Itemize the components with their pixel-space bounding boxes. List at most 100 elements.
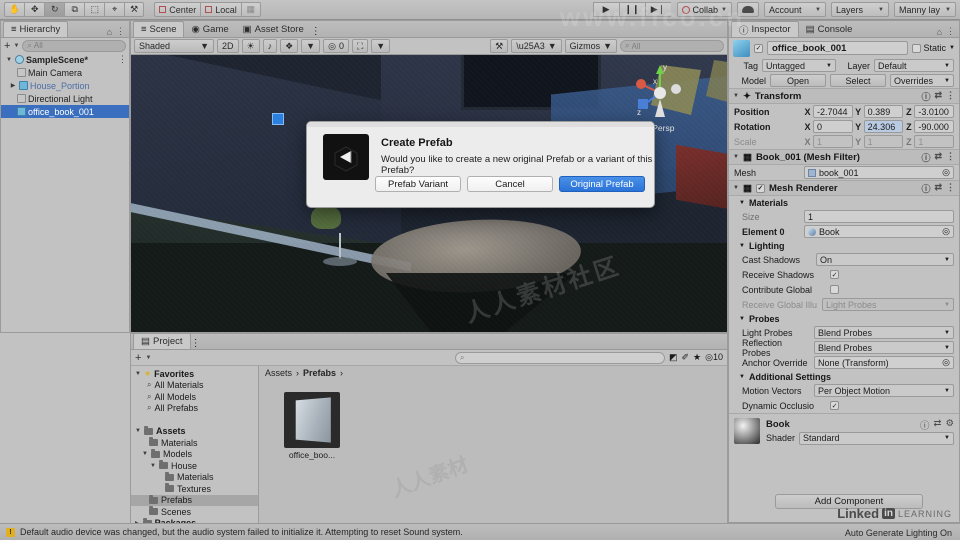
probes-section-header[interactable]: ▼ Probes (729, 312, 959, 325)
chevron-down-icon[interactable]: ▼ (739, 374, 745, 380)
object-picker-icon[interactable]: ◎ (942, 226, 950, 237)
favorite-star-icon[interactable]: ★ (693, 352, 701, 363)
pivot-mode-button[interactable]: Center (154, 2, 201, 17)
rotation-x-input[interactable]: 0 (813, 120, 853, 133)
kebab-menu-icon[interactable]: ⋮ (946, 182, 955, 195)
preset-icon[interactable]: ⇄ (934, 182, 942, 195)
scene-search-input[interactable]: ⌕ All (620, 40, 725, 52)
lighting-toggle-button[interactable]: ☀ (241, 39, 260, 53)
chevron-right-icon[interactable]: ▶ (9, 82, 17, 89)
custom-tool-button[interactable]: ⚒ (124, 2, 145, 17)
selection-handle[interactable] (272, 113, 284, 125)
status-bar[interactable]: ! Default audio device was changed, but … (0, 523, 960, 540)
filter-by-label-icon[interactable]: ✐ (682, 352, 690, 363)
scale-y-input[interactable]: 1 (863, 135, 904, 148)
project-item-materials[interactable]: Materials (131, 437, 258, 449)
move-tool-button[interactable]: ✥ (24, 2, 45, 17)
tab-project[interactable]: ▤ Project (133, 333, 191, 349)
hidden-objects-count[interactable]: ◎ 0 (323, 39, 349, 53)
object-picker-icon[interactable]: ◎ (942, 167, 950, 178)
chevron-down-icon[interactable]: ▼ (135, 371, 141, 377)
space-mode-button[interactable]: Local (200, 2, 241, 17)
materials-section-header[interactable]: ▼ Materials (729, 196, 959, 209)
cancel-button[interactable]: Cancel (467, 176, 553, 192)
kebab-menu-icon[interactable]: ⋮ (116, 26, 125, 37)
pause-button[interactable]: ❙❙ (618, 2, 645, 17)
hierarchy-item-main-camera[interactable]: Main Camera (1, 66, 129, 79)
rotate-tool-button[interactable]: ↻ (44, 2, 65, 17)
account-button[interactable]: Account ▼ (764, 2, 826, 17)
layer-dropdown[interactable]: Default ▼ (874, 59, 954, 72)
chevron-down-icon[interactable]: ▼ (733, 185, 739, 191)
chevron-down-icon[interactable]: ▼ (142, 451, 148, 457)
preset-icon[interactable]: ⇄ (934, 90, 942, 103)
element0-object-field[interactable]: Book ◎ (804, 225, 954, 238)
overrides-dropdown[interactable]: Overrides ▼ (890, 74, 954, 87)
chevron-down-icon[interactable]: ▼ (739, 316, 745, 322)
preset-icon[interactable]: ⇄ (934, 418, 942, 432)
materials-size-input[interactable]: 1 (804, 210, 954, 223)
gizmos-dropdown[interactable]: Gizmos ▼ (564, 39, 618, 53)
rect-tool-button[interactable]: ⬚ (84, 2, 105, 17)
cast-shadows-dropdown[interactable]: On ▼ (816, 253, 954, 266)
preset-icon[interactable]: ⇄ (934, 151, 942, 164)
project-content-area[interactable]: Assets › Prefabs › office_boo... 人人素材 (259, 366, 727, 523)
help-icon[interactable]: ⓘ (921, 182, 930, 195)
gear-icon[interactable]: ⚙ (945, 418, 954, 432)
dynamic-occlusion-checkbox[interactable] (830, 401, 839, 410)
create-button[interactable]: + (4, 40, 10, 52)
lock-icon[interactable]: ⌂ (107, 27, 112, 37)
draw-mode-dropdown[interactable]: Shaded ▼ (134, 39, 214, 53)
collab-button[interactable]: Collab ▼ (676, 2, 732, 17)
transform-tool-button[interactable]: ⌖ (104, 2, 125, 17)
transform-component-header[interactable]: ▼ ✦ Transform ⓘ ⇄ ⋮ (729, 88, 959, 104)
project-item-favorites[interactable]: ▼ ★ Favorites (131, 368, 258, 380)
kebab-menu-icon[interactable]: ⋮ (946, 26, 955, 37)
mesh-renderer-enabled-checkbox[interactable] (755, 183, 765, 193)
play-button[interactable]: ▶ (592, 2, 619, 17)
mesh-filter-component-header[interactable]: ▼ ▦ Book_001 (Mesh Filter) ⓘ ⇄ ⋮ (729, 149, 959, 165)
project-item-all-prefabs[interactable]: ⌕ All Prefabs (131, 403, 258, 415)
scene-camera-button[interactable]: ⛶ (351, 39, 369, 53)
project-item-all-materials[interactable]: ⌕ All Materials (131, 380, 258, 392)
hierarchy-search-input[interactable]: ⌕ All (22, 39, 126, 52)
object-name-input[interactable]: office_book_001 (767, 41, 908, 55)
hierarchy-item-samplescene[interactable]: ▼ SampleScene* ⋮ (1, 53, 129, 66)
rotation-y-input[interactable]: 24.306 (863, 120, 904, 133)
project-item-house-textures[interactable]: Textures (131, 483, 258, 495)
mesh-renderer-component-header[interactable]: ▼ ▦ Mesh Renderer ⓘ ⇄ ⋮ (729, 180, 959, 196)
chevron-down-icon[interactable]: ▼ (13, 43, 19, 49)
static-checkbox[interactable] (911, 43, 921, 53)
project-item-house[interactable]: ▼ House (131, 460, 258, 472)
position-x-input[interactable]: -2.7044 (813, 105, 853, 118)
cloud-button[interactable] (737, 2, 759, 17)
chevron-down-icon[interactable]: ▼ (135, 428, 141, 434)
additional-settings-section-header[interactable]: ▼ Additional Settings (729, 370, 959, 383)
contribute-global-checkbox[interactable] (830, 285, 839, 294)
help-icon[interactable]: ⓘ (921, 90, 930, 103)
scale-tool-button[interactable]: ⧉ (64, 2, 85, 17)
chevron-down-icon[interactable]: ▼ (739, 200, 745, 206)
tab-game[interactable]: ◉ Game (184, 21, 235, 37)
reflection-probes-dropdown[interactable]: Blend Probes ▼ (814, 341, 954, 354)
kebab-menu-icon[interactable]: ⋮ (311, 26, 321, 37)
anchor-override-field[interactable]: None (Transform) ◎ (814, 356, 954, 369)
chevron-down-icon[interactable]: ▼ (949, 45, 955, 51)
audio-toggle-button[interactable]: ♪ (262, 39, 278, 53)
original-prefab-button[interactable]: Original Prefab (559, 176, 645, 192)
model-open-button[interactable]: Open (770, 74, 826, 87)
shader-dropdown[interactable]: Standard ▼ (799, 431, 954, 445)
scene-camera-dropdown[interactable]: ▼ (371, 39, 391, 53)
help-icon[interactable]: ⓘ (921, 151, 930, 164)
object-picker-icon[interactable]: ◎ (942, 357, 950, 368)
chevron-down-icon[interactable]: ▼ (733, 154, 739, 160)
chevron-down-icon[interactable]: ▼ (150, 463, 156, 469)
kebab-menu-icon[interactable]: ⋮ (191, 338, 201, 349)
lock-icon[interactable]: ⌂ (937, 27, 942, 37)
scale-x-input[interactable]: 1 (813, 135, 853, 148)
scale-z-input[interactable]: 1 (914, 135, 955, 148)
position-z-input[interactable]: -3.0100 (914, 105, 955, 118)
breadcrumb-prefabs[interactable]: Prefabs (303, 368, 336, 378)
project-item-prefabs[interactable]: Prefabs (131, 494, 258, 506)
breadcrumb-assets[interactable]: Assets (265, 368, 292, 378)
